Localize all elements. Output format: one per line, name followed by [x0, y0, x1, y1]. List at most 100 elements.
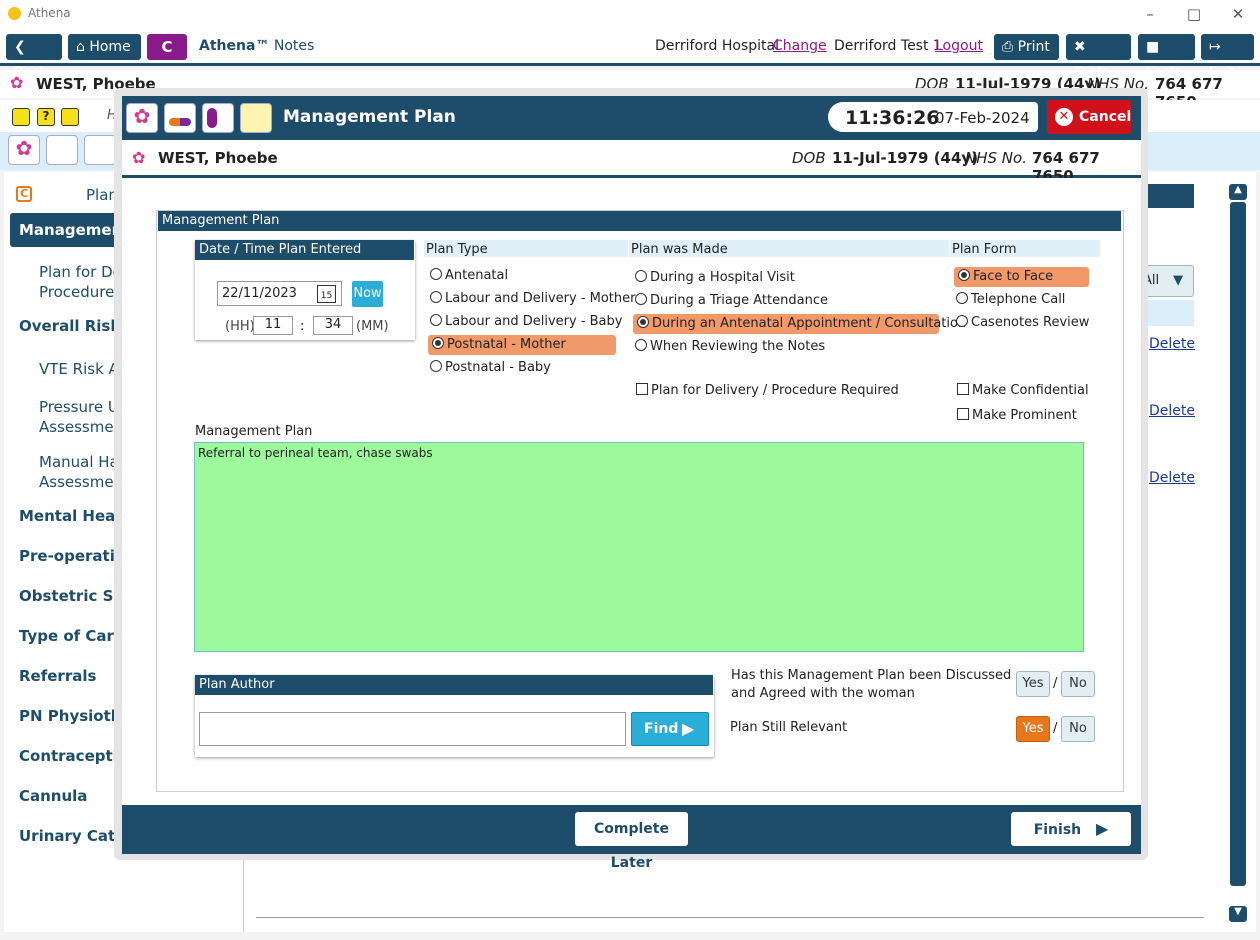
play-arrow-icon: ▶ [1096, 819, 1109, 838]
home-button[interactable]: ⌂ Home [68, 34, 141, 60]
baby-icon[interactable] [202, 103, 234, 133]
checkbox-box [636, 383, 648, 395]
dialog-title: Management Plan [283, 107, 456, 127]
radio-label: Telephone Call [971, 292, 1066, 307]
clock-date: 07-Feb-2024 [935, 109, 1030, 127]
delete-link[interactable]: Delete [1149, 470, 1195, 486]
minute-input[interactable]: 34 [313, 316, 353, 335]
c-button[interactable]: C [147, 34, 187, 60]
plan-author-input[interactable] [199, 712, 626, 746]
patient-name: WEST, Phoebe [158, 149, 278, 167]
discussed-question: Has this Management Plan been Discussed … [731, 668, 1012, 701]
change-link[interactable]: Change [773, 38, 827, 54]
scroll-thumb[interactable] [1230, 202, 1246, 886]
relevant-yes-button[interactable]: Yes [1016, 716, 1050, 742]
discussed-yes-button[interactable]: Yes [1016, 671, 1050, 697]
checkbox-label: Make Confidential [972, 383, 1089, 398]
find-label: Find [644, 721, 679, 737]
radio-hospital-visit[interactable]: During a Hospital Visit [635, 270, 795, 285]
scrollbar[interactable]: ▲ ▼ [1228, 182, 1248, 926]
clock-display: 11:36:26 07-Feb-2024 [828, 102, 1038, 132]
checkbox-delivery-required[interactable]: Plan for Delivery / Procedure Required [636, 383, 899, 398]
baby-shape [207, 108, 217, 128]
date-input[interactable]: 22/11/2023 15 [217, 281, 342, 306]
brand-label: Athena™ Notes [199, 38, 314, 54]
radio-reviewing-notes[interactable]: When Reviewing the Notes [635, 339, 825, 354]
print-button[interactable]: ⎙ Print [994, 34, 1059, 60]
relevant-no-button[interactable]: No [1061, 716, 1095, 742]
radio-antenatal-appointment[interactable]: During an Antenatal Appointment / Consul… [633, 314, 966, 334]
cancel-button[interactable]: ✕ Cancel [1047, 100, 1131, 134]
radio-antenatal[interactable]: Antenatal [430, 268, 508, 283]
radio-label: During an Antenatal Appointment / Consul… [652, 316, 967, 331]
hour-input[interactable]: 11 [253, 316, 293, 335]
radio-labour-baby[interactable]: Labour and Delivery - Baby [430, 314, 622, 329]
scroll-up-icon[interactable]: ▲ [1229, 184, 1247, 200]
checkbox-box [957, 408, 969, 420]
flower-icon[interactable]: ✿ [126, 103, 158, 133]
radio-face-to-face[interactable]: Face to Face [954, 267, 1089, 287]
radio-label: Labour and Delivery - Mother [445, 291, 636, 306]
radio-triage-attendance[interactable]: During a Triage Attendance [635, 293, 828, 308]
flower-icon: ✿ [10, 73, 24, 92]
tools-button[interactable]: ✖ Tools [1066, 34, 1131, 81]
checkbox-make-prominent[interactable]: Make Prominent [957, 408, 1077, 423]
delete-link[interactable]: Delete [1149, 403, 1195, 419]
checkbox-label: Make Prominent [972, 408, 1077, 423]
notepad-icon[interactable] [240, 103, 272, 133]
radio-postnatal-baby[interactable]: Postnatal - Baby [430, 360, 551, 375]
back-button[interactable]: ❮ Back [6, 34, 62, 81]
nhs-label: NHS No. [965, 149, 1027, 167]
dialog-patient-bar: ✿ WEST, Phoebe DOB 11-Jul-1979 (44y) NHS… [122, 140, 1141, 185]
brand-suffix: Notes [273, 38, 315, 54]
c-icon: C [16, 186, 32, 202]
gear-icon[interactable] [61, 108, 79, 126]
cancel-label: Cancel [1079, 109, 1132, 125]
flower-icon[interactable]: ✿ [8, 135, 40, 165]
tools-icon: ✖ [1074, 39, 1086, 55]
yn-separator: / [1053, 721, 1058, 736]
flower-icon: ✿ [132, 148, 146, 167]
plan-textarea[interactable]: Referral to perineal team, chase swabs [194, 442, 1084, 652]
minimize-icon[interactable]: – [1140, 4, 1160, 24]
find-button[interactable]: Find ▶ [631, 712, 709, 746]
radio-circle [430, 360, 442, 372]
delete-link[interactable]: Delete [1149, 336, 1195, 352]
filter-dropdown[interactable]: All ▼ [1140, 265, 1194, 297]
checkbox-label: Plan for Delivery / Procedure Required [651, 383, 899, 398]
dob-label: DOB [792, 149, 826, 167]
now-button[interactable]: Now [352, 281, 383, 307]
radio-postnatal-mother[interactable]: Postnatal - Mother [428, 335, 616, 355]
logout-link[interactable]: Logout [935, 38, 983, 54]
lock-button[interactable]: ■ Lock [1138, 34, 1195, 81]
radio-circle [637, 316, 649, 328]
pill-icon[interactable] [46, 135, 78, 165]
checkbox-make-confidential[interactable]: Make Confidential [957, 383, 1089, 398]
close-window-icon[interactable]: ✕ [1228, 4, 1248, 24]
alert-icon[interactable] [12, 108, 30, 126]
help-icon[interactable]: ? [37, 108, 55, 126]
pill-icon[interactable] [164, 103, 196, 133]
radio-label: Face to Face [973, 269, 1054, 284]
chevron-down-icon: ▼ [1173, 273, 1184, 288]
radio-labour-mother[interactable]: Labour and Delivery - Mother [430, 291, 636, 306]
radio-label: During a Hospital Visit [650, 270, 795, 285]
radio-label: Postnatal - Baby [445, 360, 551, 375]
athena-logo-icon [8, 7, 21, 20]
complete-later-button[interactable]: Complete Later [575, 812, 688, 871]
finish-button[interactable]: Finish ▶ [1011, 812, 1131, 846]
scroll-down-icon[interactable]: ▼ [1229, 906, 1247, 922]
print-label: Print [1017, 39, 1050, 55]
main-toolbar: ❮ Back ⌂ Home C Athena™ Notes Derriford … [0, 28, 1260, 81]
baby-icon[interactable] [84, 135, 116, 165]
user-name: Derriford Test 1 [834, 38, 942, 54]
discussed-no-button[interactable]: No [1061, 671, 1095, 697]
datetime-header: Date / Time Plan Entered [195, 240, 414, 260]
radio-telephone-call[interactable]: Telephone Call [956, 292, 1065, 307]
clock-time: 11:36:26 [845, 107, 940, 129]
calendar-icon[interactable]: 15 [317, 285, 336, 303]
maximize-icon[interactable]: □ [1184, 4, 1204, 24]
radio-casenotes-review[interactable]: Casenotes Review [956, 315, 1089, 330]
exit-button[interactable]: ↦ Exit [1201, 34, 1254, 81]
date-value: 22/11/2023 [222, 286, 297, 301]
